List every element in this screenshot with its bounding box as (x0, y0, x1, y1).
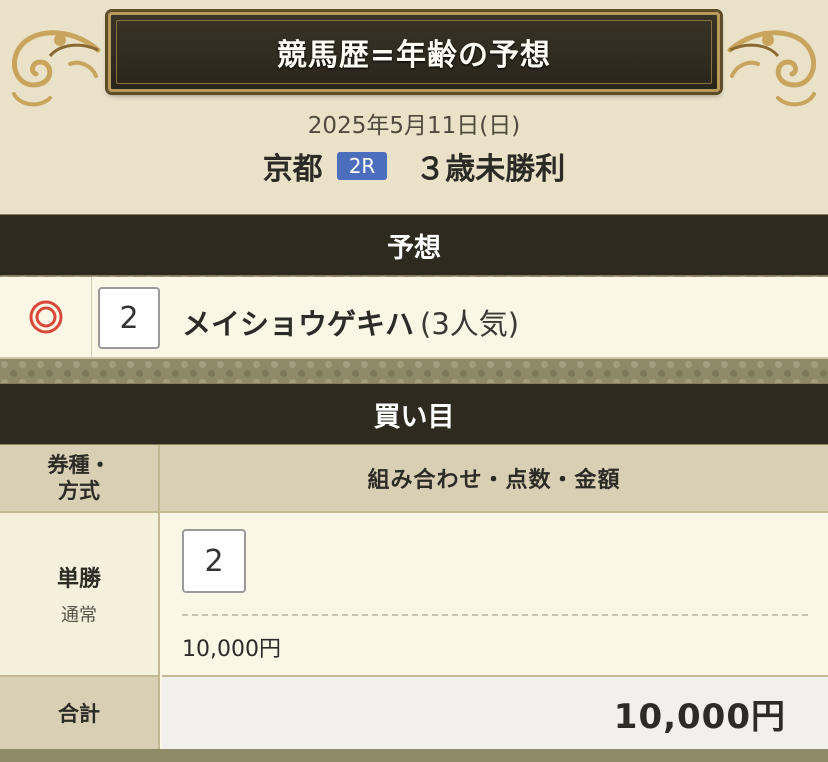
total-value: 10,000円 (162, 677, 828, 749)
bet-combination-cell: 2 10,000円 (162, 513, 828, 677)
race-name: ３歳未勝利 (415, 152, 566, 187)
bets-table: 券種・ 方式 組み合わせ・点数・金額 単勝 通常 2 10,000円 合計 10… (0, 445, 828, 762)
dashed-divider (182, 614, 808, 616)
prediction-row: 2 メイショウゲキハ (3人気) (0, 277, 828, 359)
title-plate: 競馬歴=年齢の予想 (108, 12, 720, 92)
race-venue: 京都 (262, 152, 323, 187)
column-header-type-line1: 券種・ (47, 453, 111, 477)
horse-popularity: (3人気) (420, 307, 520, 341)
total-label: 合計 (0, 677, 160, 749)
page-title: 競馬歴=年齢の予想 (276, 38, 552, 73)
bet-method: 通常 (61, 605, 97, 626)
page-bottom-edge (0, 749, 828, 762)
race-date: 2025年5月11日(日) (307, 113, 521, 139)
double-circle-mark-icon (29, 300, 62, 334)
horse-name[interactable]: メイショウゲキハ (3人気) (182, 301, 519, 343)
prediction-heading: 予想 (0, 214, 828, 276)
race-header: 競馬歴=年齢の予想 2025年5月11日(日) 京都 2R ３歳未勝利 (0, 0, 828, 214)
bet-type-cell: 単勝 通常 (0, 513, 160, 677)
column-header-detail: 組み合わせ・点数・金額 (160, 445, 828, 513)
prediction-mark-cell (0, 277, 92, 357)
race-number-badge: 2R (336, 152, 388, 180)
horse-number-box[interactable]: 2 (98, 287, 160, 349)
column-header-type-line2: 方式 (58, 479, 100, 503)
ornament-right-icon (727, 30, 817, 107)
horse-name-text: メイショウゲキハ (182, 307, 415, 341)
column-header-type: 券種・ 方式 (0, 445, 160, 513)
bets-heading-text: 買い目 (373, 401, 455, 433)
prediction-heading-text: 予想 (387, 232, 441, 264)
race-info: 京都 2R ３歳未勝利 (0, 144, 828, 188)
ornament-left-icon (11, 30, 101, 107)
bet-amount: 10,000円 (182, 637, 281, 662)
bets-heading: 買い目 (0, 383, 828, 445)
bet-type: 単勝 (56, 567, 101, 592)
combination-number-box[interactable]: 2 (182, 529, 246, 593)
